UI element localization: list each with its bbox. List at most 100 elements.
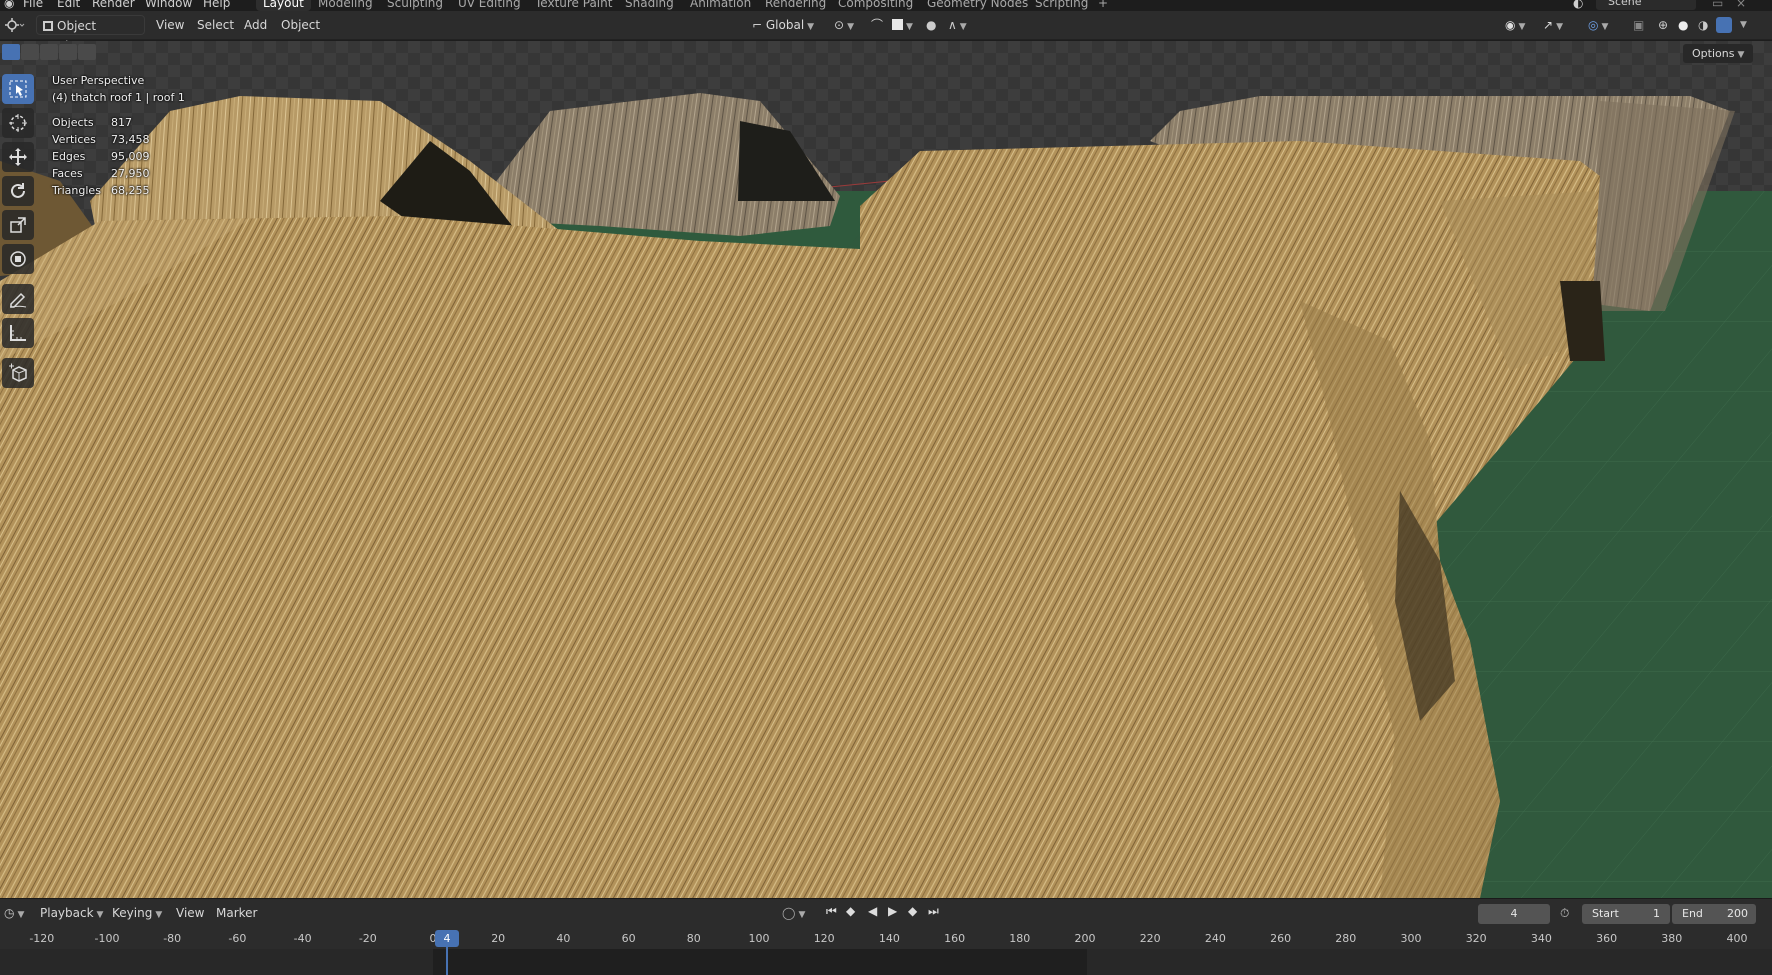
ruler-tick-label: 200 — [1074, 932, 1096, 945]
snap-target-dropdown[interactable]: ▼ — [892, 15, 913, 35]
rotate-tool[interactable] — [2, 176, 34, 206]
proportional-edit-icon[interactable]: ● — [926, 15, 936, 35]
tab-scripting[interactable]: Scripting — [1035, 0, 1088, 10]
tab-uv-editing[interactable]: UV Editing — [458, 0, 521, 10]
pivot-point-icon[interactable]: ⊙ ▼ — [834, 15, 854, 35]
select-box-tool[interactable] — [2, 74, 34, 104]
add-cube-icon — [9, 363, 27, 382]
add-cube-tool[interactable] — [2, 358, 34, 388]
cursor-tool[interactable] — [2, 108, 34, 138]
play-icon[interactable]: ▶ — [888, 904, 904, 920]
menu-render[interactable]: Render — [92, 0, 135, 10]
playhead-line[interactable] — [446, 947, 448, 975]
xray-icon[interactable]: ▣ — [1633, 15, 1644, 35]
scene-icon[interactable]: ◐ — [1573, 0, 1583, 10]
stopwatch-icon[interactable]: ⏱ — [1560, 903, 1569, 923]
select-intersect-icon[interactable] — [78, 44, 96, 60]
cursor-icon — [9, 114, 27, 132]
tab-texture-paint[interactable]: Texture Paint — [535, 0, 612, 10]
jump-next-keyframe-icon[interactable]: ◆ — [908, 904, 924, 920]
close-window-icon[interactable]: × — [1736, 0, 1746, 10]
material-shading-icon[interactable]: ◑ — [1698, 15, 1708, 35]
start-frame-field[interactable]: Start 1 — [1582, 904, 1670, 924]
transform-orientation-dropdown[interactable]: ⌐ Global ▼ — [752, 15, 814, 35]
tab-compositing[interactable]: Compositing — [838, 0, 913, 10]
tab-shading[interactable]: Shading — [625, 0, 674, 10]
tab-animation[interactable]: Animation — [690, 0, 751, 10]
gizmo-icon[interactable]: ↗ ▼ — [1543, 15, 1563, 35]
timeline-area[interactable]: -120 -100 -80 -60 -40 -20 0 20 40 60 80 100 120 140 16… — [0, 929, 1772, 975]
mode-dropdown[interactable]: Object Mode▼ — [36, 15, 145, 53]
menu-view[interactable]: View — [156, 15, 184, 35]
play-reverse-icon[interactable]: ◀ — [868, 904, 884, 920]
select-invert-icon[interactable] — [59, 44, 77, 60]
ruler-tick-label: 100 — [748, 932, 770, 945]
options-dropdown[interactable]: Options ▼ — [1683, 44, 1753, 63]
jump-start-icon[interactable]: ⏮ — [826, 904, 842, 920]
menu-edit[interactable]: Edit — [57, 0, 80, 10]
jump-end-icon[interactable]: ⏭ — [928, 904, 944, 920]
clock-editor-icon[interactable]: ◷ ▼ — [4, 903, 24, 923]
auto-keying-icon[interactable]: ◯ ▼ — [782, 903, 805, 923]
options-label: Options — [1692, 47, 1735, 60]
playback-dropdown[interactable]: Playback ▼ — [40, 903, 103, 923]
viewport-header: Object Mode▼ View Select Add Object ⌐ Gl… — [0, 11, 1772, 53]
jump-prev-keyframe-icon[interactable]: ◆ — [846, 904, 862, 920]
keying-dropdown[interactable]: Keying ▼ — [112, 903, 162, 923]
add-workspace-button[interactable]: + — [1098, 0, 1108, 10]
tab-rendering[interactable]: Rendering — [765, 0, 826, 10]
solid-shading-icon[interactable]: ● — [1678, 15, 1688, 35]
annotate-tool[interactable] — [2, 284, 34, 314]
end-frame-field[interactable]: End 200 — [1672, 904, 1756, 924]
menu-help[interactable]: Help — [203, 0, 230, 10]
ruler-tick-label: 220 — [1139, 932, 1161, 945]
wireframe-shading-icon[interactable]: ⊕ — [1658, 15, 1668, 35]
tab-sculpting[interactable]: Sculpting — [387, 0, 443, 10]
chevron-down-icon: ▼ — [1737, 50, 1745, 60]
stat-faces: Faces 27,950 — [52, 167, 150, 180]
new-window-icon[interactable]: ▭ — [1712, 0, 1723, 10]
timeline-menu-marker[interactable]: Marker — [216, 903, 257, 923]
rendered-shading-icon[interactable] — [1716, 17, 1732, 33]
blender-logo-icon[interactable]: ◉ — [4, 0, 14, 10]
select-new-icon[interactable] — [2, 44, 20, 60]
menu-object[interactable]: Object — [281, 15, 320, 35]
transform-tool[interactable] — [2, 244, 34, 274]
stat-label: Edges — [52, 150, 86, 163]
measure-tool[interactable] — [2, 318, 34, 348]
overlays-icon[interactable]: ◎ ▼ — [1588, 15, 1608, 35]
ruler-tick-label: 340 — [1530, 932, 1552, 945]
menu-window[interactable]: Window — [145, 0, 192, 10]
timeline-menu-view[interactable]: View — [176, 903, 204, 923]
keying-label: Keying — [112, 906, 153, 920]
move-tool[interactable] — [2, 142, 34, 172]
stat-value: 68,255 — [111, 184, 150, 197]
scale-tool[interactable] — [2, 210, 34, 240]
tab-modeling[interactable]: Modeling — [318, 0, 373, 10]
select-extend-icon[interactable] — [21, 44, 39, 60]
stat-label: Triangles — [52, 184, 101, 197]
current-frame-field[interactable]: 4 — [1478, 904, 1550, 924]
stat-value: 73,458 — [111, 133, 150, 146]
menu-add[interactable]: Add — [244, 15, 267, 35]
end-value: 200 — [1727, 907, 1748, 920]
editor-type-icon[interactable] — [4, 15, 28, 35]
3d-viewport[interactable]: Options ▼ User Perspective (4) thatch roo… — [0, 41, 1772, 898]
select-subtract-icon[interactable] — [40, 44, 58, 60]
ruler-tick-label: 360 — [1596, 932, 1618, 945]
frame-range-region — [433, 949, 1087, 975]
snap-icon[interactable]: ⌒ — [871, 15, 883, 35]
frame-ruler[interactable]: -120 -100 -80 -60 -40 -20 0 20 40 60 80 100 120 140 16… — [0, 929, 1772, 949]
visibility-icon[interactable]: ◉ ▼ — [1505, 15, 1525, 35]
orientation-label: Global — [765, 18, 805, 32]
tab-layout[interactable]: Layout — [256, 0, 311, 11]
menu-file[interactable]: File — [23, 0, 43, 10]
shading-options-chevron-icon[interactable]: ▼ — [1740, 15, 1747, 35]
menu-select[interactable]: Select — [197, 15, 234, 35]
playhead-frame-indicator[interactable]: 4 — [435, 930, 459, 947]
falloff-icon[interactable]: ∧ ▼ — [948, 15, 967, 35]
tab-geometry-nodes[interactable]: Geometry Nodes — [927, 0, 1028, 10]
measure-icon — [10, 325, 26, 341]
stat-label: Objects — [52, 116, 94, 129]
scene-name-field[interactable]: Scene — [1596, 0, 1696, 10]
